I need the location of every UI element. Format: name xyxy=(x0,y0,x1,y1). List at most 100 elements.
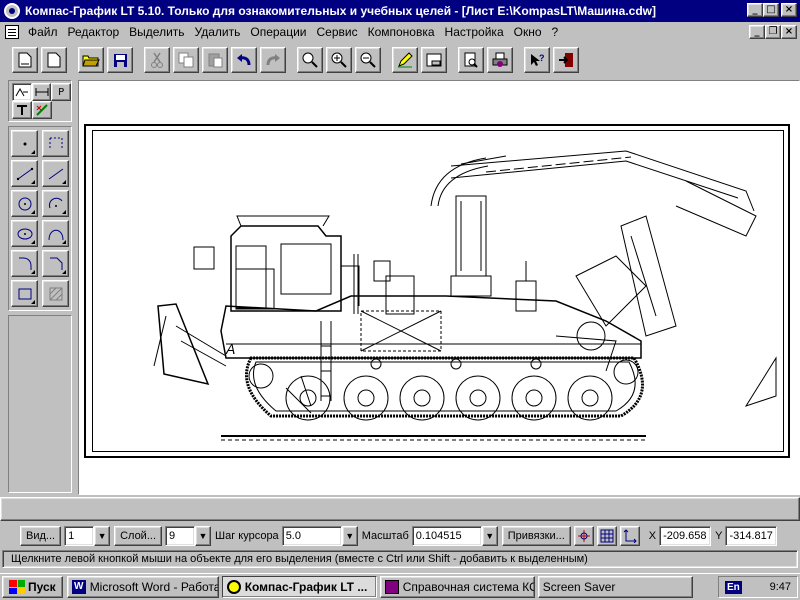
fillet-tool[interactable] xyxy=(11,250,38,277)
spline-tool[interactable] xyxy=(42,220,69,247)
task-screensaver[interactable]: Screen Saver xyxy=(537,576,693,598)
dimension-tab[interactable] xyxy=(31,83,52,101)
drawing-label-a: A xyxy=(225,341,235,357)
drawing-canvas[interactable]: A xyxy=(78,80,800,495)
cut-button[interactable] xyxy=(144,47,170,73)
x-coordinate: -209.658 xyxy=(659,526,712,546)
chevron-down-icon[interactable]: ▼ xyxy=(195,526,211,546)
hint-line: Щелкните левой кнопкой мыши на объекте д… xyxy=(2,550,798,568)
edit-pencil-button[interactable] xyxy=(392,47,418,73)
language-indicator[interactable]: En xyxy=(725,580,742,594)
doc-minimize-button[interactable]: _ xyxy=(749,25,765,39)
line-tool[interactable] xyxy=(42,160,69,187)
measure-tab[interactable] xyxy=(12,101,32,119)
layer-combo[interactable]: 9 ▼ xyxy=(165,526,211,546)
zoom-button[interactable] xyxy=(297,47,323,73)
word-icon: W xyxy=(71,580,86,594)
circle-tool[interactable] xyxy=(11,190,38,217)
task-kompas-label: Компас-График LT ... xyxy=(244,580,368,594)
rectangle-tool[interactable] xyxy=(11,280,38,307)
system-tray: En 9:47 xyxy=(718,576,798,598)
cursor-step-value[interactable]: 5.0 xyxy=(281,526,342,546)
menu-help[interactable]: ? xyxy=(547,25,564,39)
clock[interactable]: 9:47 xyxy=(770,581,791,593)
hatch-tool[interactable] xyxy=(42,280,69,307)
auxiliary-line-tool[interactable] xyxy=(42,130,69,157)
chevron-down-icon[interactable]: ▼ xyxy=(341,526,358,546)
local-coordinates-icon[interactable] xyxy=(619,526,640,546)
redo-button[interactable] xyxy=(260,47,286,73)
menu-bar: Файл Редактор Выделить Удалить Операции … xyxy=(0,22,800,42)
scale-combo[interactable]: 0.104515 ▼ xyxy=(411,526,498,546)
copy-button[interactable] xyxy=(173,47,199,73)
snaps-button[interactable]: Привязки... xyxy=(501,526,571,546)
view-button[interactable]: Вид... xyxy=(20,526,62,546)
layer-value[interactable]: 9 xyxy=(165,526,195,546)
preview-button[interactable] xyxy=(458,47,484,73)
horizontal-scroll-area xyxy=(0,497,800,521)
chamfer-tool[interactable] xyxy=(42,250,69,277)
exit-button[interactable] xyxy=(553,47,579,73)
y-label: Y xyxy=(715,530,723,542)
main-toolbar: ? xyxy=(0,43,800,77)
menu-operations[interactable]: Операции xyxy=(245,25,311,39)
layout-button[interactable] xyxy=(421,47,447,73)
new-fragment-button[interactable] xyxy=(41,47,67,73)
segment-tool[interactable] xyxy=(11,160,38,187)
taskbar: Пуск W Microsoft Word - Работа ... Компа… xyxy=(0,573,800,600)
paste-button[interactable] xyxy=(202,47,228,73)
chevron-down-icon[interactable]: ▼ xyxy=(481,526,498,546)
start-button[interactable]: Пуск xyxy=(2,576,63,598)
menu-settings[interactable]: Настройка xyxy=(440,25,509,39)
svg-text:?: ? xyxy=(539,53,545,63)
close-button[interactable]: × xyxy=(781,3,797,17)
layer-button[interactable]: Слой... xyxy=(114,526,162,546)
view-value[interactable]: 1 xyxy=(64,526,95,546)
point-tool[interactable] xyxy=(11,130,38,157)
document-icon[interactable] xyxy=(5,25,19,39)
new-sheet-button[interactable] xyxy=(12,47,38,73)
cursor-step-combo[interactable]: 5.0 ▼ xyxy=(281,526,358,546)
maximize-button[interactable]: □ xyxy=(763,3,779,17)
arc-tool[interactable] xyxy=(42,190,69,217)
ellipse-tool[interactable] xyxy=(11,220,38,247)
chevron-down-icon[interactable]: ▼ xyxy=(94,526,111,546)
zoom-out-button[interactable] xyxy=(355,47,381,73)
task-word[interactable]: W Microsoft Word - Работа ... xyxy=(66,576,219,598)
save-button[interactable] xyxy=(107,47,133,73)
machine-drawing: A xyxy=(153,150,777,441)
menu-window[interactable]: Окно xyxy=(509,25,547,39)
parameter-bar: Вид... 1 ▼ Слой... 9 ▼ Шаг курсора 5.0 ▼… xyxy=(0,524,800,548)
task-screensaver-label: Screen Saver xyxy=(542,580,616,594)
open-button[interactable] xyxy=(78,47,104,73)
geometry-tab[interactable] xyxy=(12,83,32,101)
task-help[interactable]: Справочная система КО... xyxy=(379,576,535,598)
kompas-app-icon[interactable] xyxy=(4,3,20,19)
task-kompas[interactable]: Компас-График LT ... xyxy=(221,576,377,598)
edit-tab[interactable] xyxy=(32,101,52,119)
menu-select[interactable]: Выделить xyxy=(124,25,189,39)
help-book-icon xyxy=(384,580,399,594)
tool-panel: P xyxy=(2,80,74,495)
grid-icon[interactable] xyxy=(596,526,617,546)
snap-toggle-icon[interactable] xyxy=(573,526,594,546)
print-button[interactable] xyxy=(487,47,513,73)
doc-restore-button[interactable]: ❐ xyxy=(765,25,781,39)
scale-value[interactable]: 0.104515 xyxy=(411,526,482,546)
undo-button[interactable] xyxy=(231,47,257,73)
menu-layout[interactable]: Компоновка xyxy=(363,25,440,39)
menu-editor[interactable]: Редактор xyxy=(63,25,125,39)
zoom-in-button[interactable] xyxy=(326,47,352,73)
parametric-tab[interactable]: P xyxy=(51,83,72,101)
view-combo[interactable]: 1 ▼ xyxy=(64,526,111,546)
task-word-label: Microsoft Word - Работа ... xyxy=(89,580,219,594)
context-help-button[interactable]: ? xyxy=(524,47,550,73)
menu-delete[interactable]: Удалить xyxy=(190,25,246,39)
scale-label: Масштаб xyxy=(361,530,409,542)
menu-file[interactable]: Файл xyxy=(23,25,63,39)
doc-close-button[interactable]: × xyxy=(781,25,797,39)
kompas-icon xyxy=(226,580,241,594)
title-bar[interactable]: Компас-График LT 5.10. Только для ознако… xyxy=(0,0,800,22)
minimize-button[interactable]: _ xyxy=(747,3,763,17)
menu-service[interactable]: Сервис xyxy=(312,25,363,39)
